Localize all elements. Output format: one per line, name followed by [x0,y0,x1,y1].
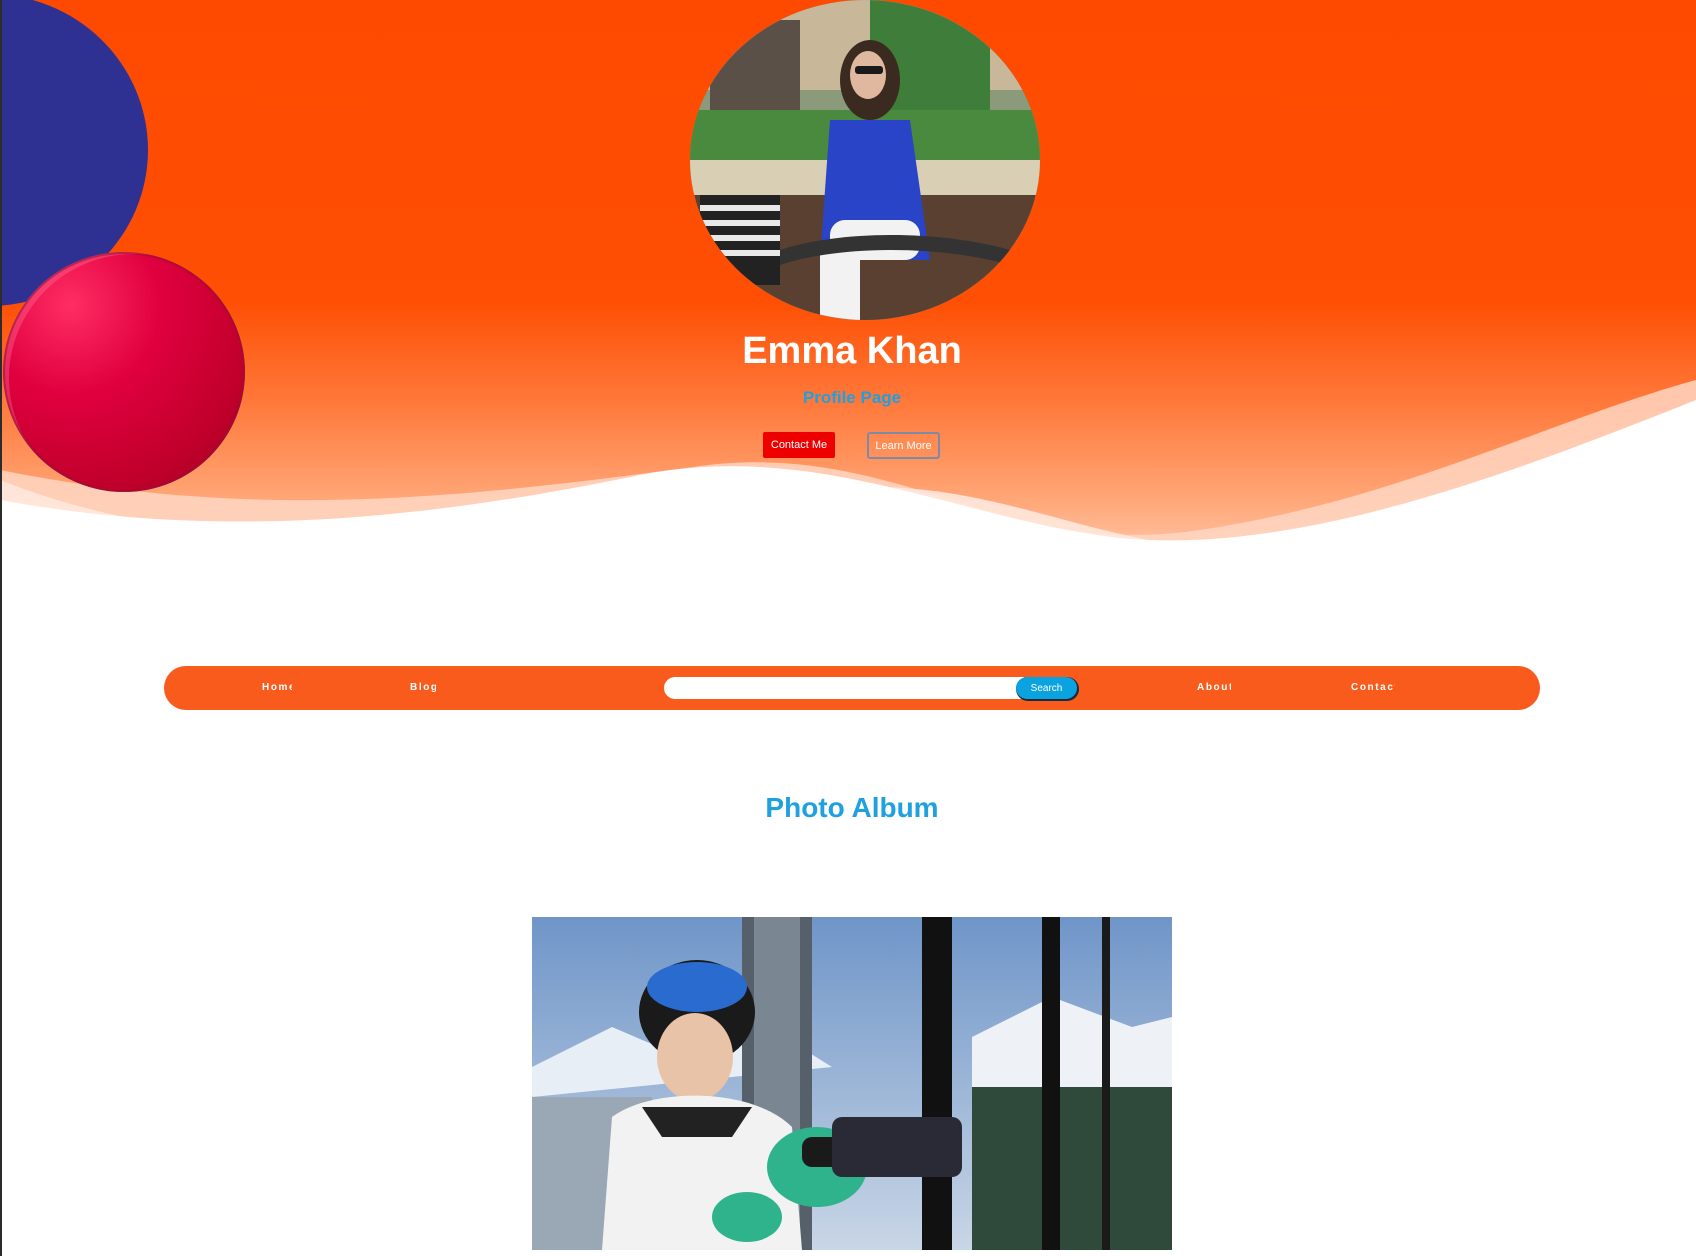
album-photo[interactable] [532,917,1172,1250]
album-photo-image [532,917,1172,1250]
contact-me-button[interactable]: Contact Me [763,432,835,458]
profile-name: Emma Khan [742,330,962,372]
search-input[interactable] [664,677,1024,699]
avatar-photo [690,0,1040,320]
album-title: Photo Album [765,792,939,823]
search-button[interactable]: Search [1016,677,1077,699]
page-left-border [0,0,2,1256]
nav-link-contact[interactable]: Contact [1351,681,1395,695]
profile-subtitle: Profile Page [802,388,902,407]
learn-more-button[interactable]: Learn More [867,432,940,459]
nav-link-blog[interactable]: Blog [410,681,436,695]
main-navbar: Home Blog Search About Contact [164,666,1540,710]
nav-link-home[interactable]: Home [262,681,292,695]
profile-page: Emma Khan Profile Page Contact Me Learn … [0,0,1696,1256]
profile-avatar [690,0,1040,320]
nav-link-about[interactable]: About [1197,681,1231,695]
search-bar: Search [664,677,1077,699]
